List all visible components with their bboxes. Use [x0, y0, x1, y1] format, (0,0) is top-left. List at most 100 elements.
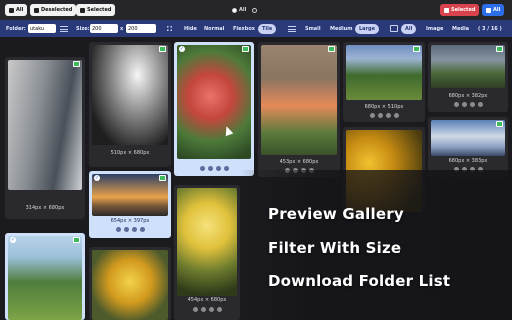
image-type-icon: [73, 237, 80, 243]
folder-input[interactable]: utaku: [28, 24, 56, 33]
height-input[interactable]: 200: [126, 24, 156, 33]
radio-all-label: All: [239, 7, 247, 13]
radio-all[interactable]: All: [232, 7, 246, 13]
promo-line-3: Download Folder List: [268, 272, 451, 290]
trash-icon: [9, 7, 14, 13]
radio-none[interactable]: [252, 7, 259, 13]
selected-button-label: Selected: [87, 7, 112, 13]
thumbnail-image: [177, 188, 237, 296]
gallery-card[interactable]: 680px × 510px: [343, 42, 425, 122]
promo-line-2: Filter With Size: [268, 239, 402, 257]
link-icon[interactable]: [469, 102, 475, 107]
gallery-card[interactable]: 680px × 383px: [428, 117, 508, 177]
open-icon[interactable]: [223, 166, 229, 171]
info-icon[interactable]: [192, 307, 198, 312]
gallery-card[interactable]: 453px × 680px: [258, 42, 340, 177]
download-all-label: All: [493, 7, 501, 13]
all-button-label: All: [16, 7, 24, 13]
type-media[interactable]: Media: [448, 20, 473, 37]
copy-icon[interactable]: [377, 113, 383, 118]
card-actions: [428, 102, 508, 107]
link-icon[interactable]: [131, 227, 137, 232]
menu-icon[interactable]: [60, 20, 68, 37]
card-actions: [174, 307, 240, 312]
checked-icon[interactable]: ✓: [94, 175, 100, 181]
trash-icon: [34, 7, 39, 13]
open-icon[interactable]: [393, 113, 399, 118]
gallery-card-selected[interactable]: 654px × 397px ✓: [89, 171, 171, 238]
download-icon: [444, 7, 449, 13]
thumbnail-image: [92, 250, 168, 320]
width-input[interactable]: 200: [90, 24, 118, 33]
trash-icon: [80, 7, 85, 13]
checked-icon[interactable]: ✓: [179, 46, 185, 52]
radio-dot-icon: [252, 7, 258, 13]
gallery-card-selected[interactable]: ✓: [174, 42, 254, 176]
image-dimensions: 314px × 680px: [25, 205, 65, 211]
copy-icon[interactable]: [461, 102, 467, 107]
gallery-card[interactable]: 454px × 680px: [174, 185, 240, 320]
gallery-card-selected[interactable]: ✓: [5, 233, 85, 320]
link-icon[interactable]: [208, 307, 214, 312]
image-type-icon: [73, 61, 80, 67]
gallery-card[interactable]: 510px × 680px: [89, 42, 171, 167]
info-icon[interactable]: [115, 227, 121, 232]
promo-line-1: Preview Gallery: [268, 205, 404, 223]
image-type-icon: [328, 46, 335, 52]
image-type-icon: [159, 46, 166, 52]
image-dimensions: 680px × 510px: [364, 104, 404, 110]
image-type-icon: [159, 175, 166, 181]
gallery-card[interactable]: 314px × 680px: [5, 57, 85, 219]
selected-button[interactable]: Selected: [76, 4, 116, 16]
download-selected-button[interactable]: Selected: [440, 4, 480, 16]
type-filter-icon: [390, 20, 398, 37]
download-all-button[interactable]: All: [482, 4, 505, 16]
open-icon[interactable]: [139, 227, 145, 232]
image-dimensions: 654px × 397px: [110, 218, 150, 224]
type-image[interactable]: Image: [422, 20, 447, 37]
size-label: Size:: [76, 25, 90, 32]
thumbnail-image: [261, 45, 337, 155]
copy-icon[interactable]: [207, 166, 213, 171]
size-separator: x: [120, 25, 124, 32]
view-normal[interactable]: Normal: [200, 20, 228, 37]
select-mode-radio-group: All: [232, 5, 259, 15]
view-tile[interactable]: Tile: [258, 20, 277, 37]
image-type-icon: [242, 46, 249, 52]
gallery-card[interactable]: 680px × 382px: [428, 42, 508, 112]
link-icon[interactable]: [385, 113, 391, 118]
copy-icon[interactable]: [200, 307, 206, 312]
type-all[interactable]: All: [401, 20, 417, 37]
thumbnail-image: [8, 60, 82, 190]
radio-dot-icon: [232, 7, 237, 13]
copy-icon[interactable]: [123, 227, 129, 232]
image-dimensions: 453px × 680px: [279, 159, 319, 165]
size-medium[interactable]: Medium: [326, 20, 356, 37]
image-type-icon: [496, 46, 503, 52]
size-large[interactable]: Large: [355, 20, 379, 37]
size-lines-icon: [288, 20, 296, 37]
thumbnail-image: [92, 174, 168, 216]
link-icon[interactable]: [215, 166, 221, 171]
item-count: ( 3 / 16 ): [478, 25, 502, 32]
grid-icon: [166, 20, 173, 37]
deselected-button[interactable]: Deselected: [30, 4, 77, 16]
filter-bar: Folder: utaku Size: 200 x 200 Hide Norma…: [0, 20, 512, 37]
view-hide[interactable]: Hide: [180, 20, 201, 37]
image-type-icon: [413, 46, 420, 52]
info-icon[interactable]: [369, 113, 375, 118]
thumbnail-image: [431, 45, 505, 88]
open-icon[interactable]: [477, 102, 483, 107]
download-selected-label: Selected: [451, 7, 476, 13]
image-dimensions: 510px × 680px: [110, 150, 150, 156]
card-actions: [343, 113, 425, 118]
all-button[interactable]: All: [5, 4, 28, 16]
thumbnail-image: [92, 45, 168, 145]
open-icon[interactable]: [216, 307, 222, 312]
gallery-card[interactable]: [89, 247, 171, 320]
info-icon[interactable]: [453, 102, 459, 107]
info-icon[interactable]: [199, 166, 205, 171]
size-small[interactable]: Small: [301, 20, 325, 37]
checked-icon[interactable]: ✓: [10, 237, 16, 243]
view-flexbox[interactable]: Flexbox: [229, 20, 259, 37]
